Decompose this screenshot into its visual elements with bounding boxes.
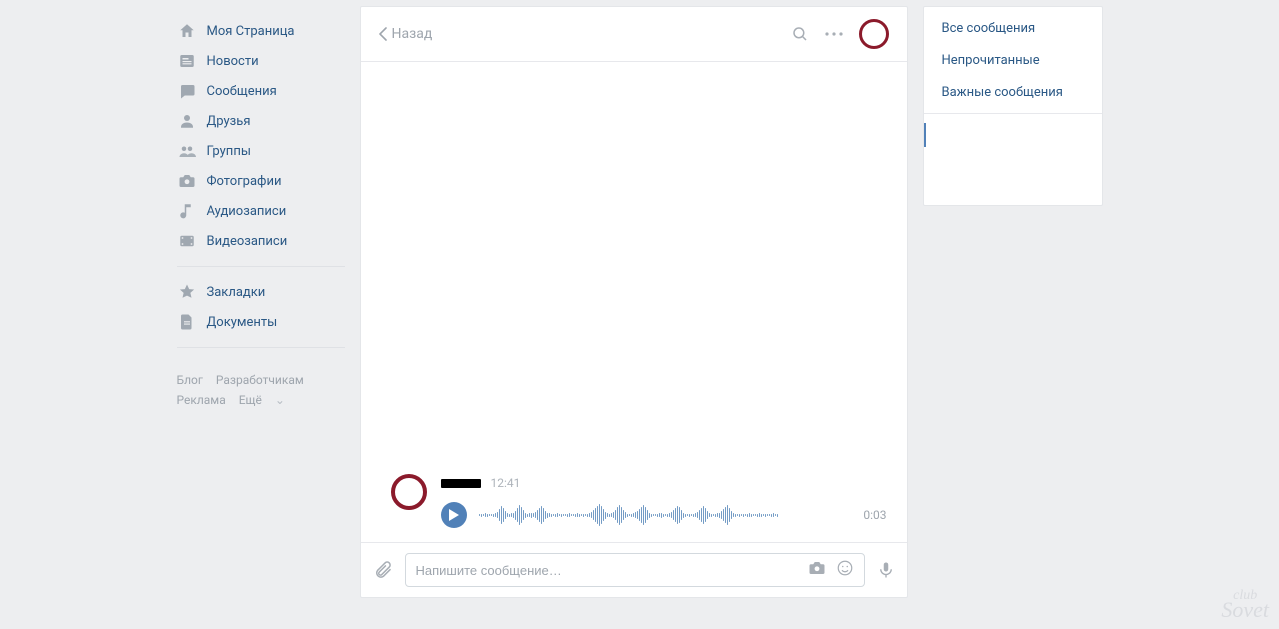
nav-label: Закладки <box>207 285 266 300</box>
sender-name-redacted[interactable] <box>441 479 481 488</box>
composer-field <box>405 553 865 587</box>
peer-avatar[interactable] <box>859 19 889 49</box>
voice-message: 0:03 <box>441 502 887 528</box>
message-time: 12:41 <box>491 476 521 490</box>
news-icon <box>177 51 197 71</box>
dialog-panel: Назад 12:41 <box>360 6 908 598</box>
left-sidebar: Моя Страница Новости Сообщения Друзья Гр… <box>177 6 345 598</box>
messages-icon <box>177 81 197 101</box>
filter-label: Важные сообщения <box>942 85 1063 100</box>
nav-divider <box>177 347 345 348</box>
nav-friends[interactable]: Друзья <box>177 106 345 136</box>
more-icon[interactable] <box>825 32 843 36</box>
footer-ads[interactable]: Реклама <box>177 393 226 407</box>
nav-label: Группы <box>207 144 251 159</box>
filter-label: Непрочитанные <box>942 53 1040 68</box>
chevron-down-icon: ⌄ <box>275 390 285 410</box>
play-button[interactable] <box>441 502 467 528</box>
nav-label: Сообщения <box>207 84 277 99</box>
nav-bookmarks[interactable]: Закладки <box>177 277 345 307</box>
video-icon <box>177 231 197 251</box>
back-label: Назад <box>392 26 433 42</box>
filter-label: Все сообщения <box>942 21 1036 36</box>
mic-icon[interactable] <box>877 560 895 580</box>
nav-my-page[interactable]: Моя Страница <box>177 16 345 46</box>
nav-messages[interactable]: Сообщения <box>177 76 345 106</box>
nav-label: Моя Страница <box>207 24 295 39</box>
back-button[interactable]: Назад <box>379 26 433 42</box>
nav-divider <box>177 266 345 267</box>
message-filters: Все сообщения Непрочитанные Важные сообщ… <box>923 6 1103 206</box>
footer-devs[interactable]: Разработчикам <box>216 373 304 387</box>
docs-icon <box>177 312 197 332</box>
voice-waveform[interactable] <box>479 503 850 527</box>
message-input[interactable] <box>416 563 808 578</box>
dialog-header: Назад <box>361 7 907 62</box>
message-row: 12:41 0:03 <box>391 474 887 528</box>
footer-more[interactable]: Ещё⌄ <box>239 393 295 407</box>
footer-blog[interactable]: Блог <box>177 373 203 387</box>
nav-documents[interactable]: Документы <box>177 307 345 337</box>
filter-active[interactable] <box>924 119 1102 151</box>
dialog-body: 12:41 0:03 <box>361 62 907 542</box>
search-icon[interactable] <box>791 25 809 43</box>
nav-label: Новости <box>207 54 259 69</box>
nav-video[interactable]: Видеозаписи <box>177 226 345 256</box>
nav-label: Документы <box>207 315 278 330</box>
play-icon <box>449 509 459 521</box>
nav-audio[interactable]: Аудиозаписи <box>177 196 345 226</box>
home-icon <box>177 21 197 41</box>
camera-icon[interactable] <box>808 559 826 581</box>
bookmarks-icon <box>177 282 197 302</box>
filter-divider <box>924 113 1102 114</box>
filter-unread[interactable]: Непрочитанные <box>924 44 1102 76</box>
nav-label: Видеозаписи <box>207 234 288 249</box>
attach-icon[interactable] <box>373 560 393 580</box>
photos-icon <box>177 171 197 191</box>
nav-label: Друзья <box>207 114 251 129</box>
audio-icon <box>177 201 197 221</box>
chevron-left-icon <box>379 27 387 41</box>
filter-important[interactable]: Важные сообщения <box>924 76 1102 108</box>
filter-all[interactable]: Все сообщения <box>924 12 1102 44</box>
nav-groups[interactable]: Группы <box>177 136 345 166</box>
composer <box>361 542 907 597</box>
footer-links: Блог Разработчикам Реклама Ещё⌄ <box>177 370 345 410</box>
nav-news[interactable]: Новости <box>177 46 345 76</box>
nav-label: Фотографии <box>207 174 282 189</box>
nav-label: Аудиозаписи <box>207 204 287 219</box>
friends-icon <box>177 111 197 131</box>
nav-photos[interactable]: Фотографии <box>177 166 345 196</box>
sender-avatar[interactable] <box>391 474 427 510</box>
groups-icon <box>177 141 197 161</box>
emoji-icon[interactable] <box>836 559 854 581</box>
voice-duration: 0:03 <box>863 508 886 522</box>
